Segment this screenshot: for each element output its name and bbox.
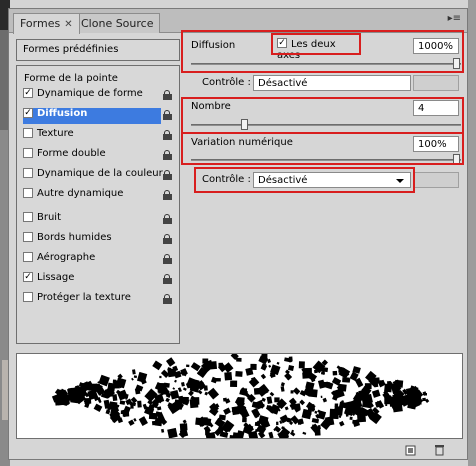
list-item[interactable]: ✓ Lissage	[23, 271, 173, 288]
option-checkbox[interactable]: ✓	[23, 87, 33, 98]
option-checkbox[interactable]	[23, 251, 33, 262]
option-label: Bruit	[37, 212, 62, 223]
lock-icon[interactable]	[162, 294, 172, 305]
control1-label: Contrôle :	[202, 77, 251, 88]
option-checkbox[interactable]	[23, 127, 33, 138]
highlight-count	[181, 97, 464, 134]
panel-footer	[9, 441, 467, 460]
option-label: Autre dynamique	[37, 188, 124, 199]
lock-icon[interactable]	[162, 214, 172, 225]
list-item[interactable]: Bords humides	[23, 231, 173, 248]
highlight-count-jitter	[181, 132, 464, 165]
brush-settings-list: Formes prédéfinies Forme de la pointe ✓ D…	[16, 39, 180, 345]
lock-icon[interactable]	[162, 130, 172, 141]
lock-icon[interactable]	[162, 254, 172, 265]
list-item[interactable]: Aérographe	[23, 251, 173, 268]
option-label: Bords humides	[37, 232, 112, 243]
brush-presets-button[interactable]: Formes prédéfinies	[16, 39, 180, 61]
option-checkbox[interactable]: ✓	[23, 107, 33, 118]
option-label: Protéger la texture	[37, 292, 131, 303]
control2-value-field	[413, 172, 459, 188]
option-label: Dynamique de forme	[37, 88, 143, 99]
highlight-control2	[194, 167, 415, 193]
lock-icon[interactable]	[162, 170, 172, 181]
option-label: Aérographe	[37, 252, 96, 263]
list-item[interactable]: Texture	[23, 127, 173, 144]
brushes-panel: Formes ✕ Clone Source ▸≡ Formes prédéfini…	[8, 8, 468, 460]
brush-stroke-preview	[16, 353, 463, 439]
option-label: Dynamique de la couleur	[37, 168, 163, 179]
list-item[interactable]: ✓ Diffusion	[23, 107, 161, 124]
tab-clone-source-label: Clone Source	[81, 17, 154, 30]
highlight-both-axes	[271, 33, 361, 55]
brush-tip-shape-item[interactable]: Forme de la pointe	[24, 73, 118, 84]
list-item[interactable]: Autre dynamique	[23, 187, 173, 204]
option-label: Forme double	[37, 148, 106, 159]
control1-dropdown[interactable]: Désactivé	[253, 75, 411, 91]
list-item[interactable]: ✓ Dynamique de forme	[23, 87, 173, 104]
option-label: Texture	[37, 128, 74, 139]
tab-formes[interactable]: Formes ✕	[13, 13, 80, 34]
lock-icon[interactable]	[162, 234, 172, 245]
panel-menu-icon[interactable]: ▸≡	[448, 13, 461, 24]
lock-icon[interactable]	[162, 150, 172, 161]
brush-presets-label: Formes prédéfinies	[23, 44, 119, 55]
lock-icon[interactable]	[162, 190, 172, 201]
option-checkbox[interactable]	[23, 167, 33, 178]
option-checkbox[interactable]	[23, 187, 33, 198]
option-checkbox[interactable]: ✓	[23, 271, 33, 282]
option-label: Diffusion	[37, 108, 88, 119]
lock-icon[interactable]	[162, 90, 172, 101]
options-list: Forme de la pointe ✓ Dynamique de forme ✓ D…	[16, 65, 180, 344]
control1-value: Désactivé	[258, 78, 308, 89]
control1-value-field	[413, 75, 459, 91]
list-item[interactable]: Protéger la texture	[23, 291, 173, 308]
close-icon[interactable]: ✕	[64, 19, 72, 30]
list-item[interactable]: Dynamique de la couleur	[23, 167, 173, 184]
background-right	[468, 0, 476, 466]
option-checkbox[interactable]	[23, 211, 33, 222]
stroke-preview-graphic	[51, 354, 430, 438]
tab-clone-source[interactable]: Clone Source	[74, 13, 161, 33]
new-brush-icon[interactable]	[405, 444, 417, 456]
list-item[interactable]: Forme double	[23, 147, 173, 164]
option-checkbox[interactable]	[23, 291, 33, 302]
option-checkbox[interactable]	[23, 147, 33, 158]
lock-icon[interactable]	[162, 274, 172, 285]
list-item[interactable]: Bruit	[23, 211, 173, 228]
lock-icon[interactable]	[162, 110, 172, 121]
option-label: Lissage	[37, 272, 75, 283]
option-checkbox[interactable]	[23, 231, 33, 242]
trash-icon[interactable]	[433, 444, 445, 456]
tab-formes-label: Formes	[20, 17, 61, 30]
